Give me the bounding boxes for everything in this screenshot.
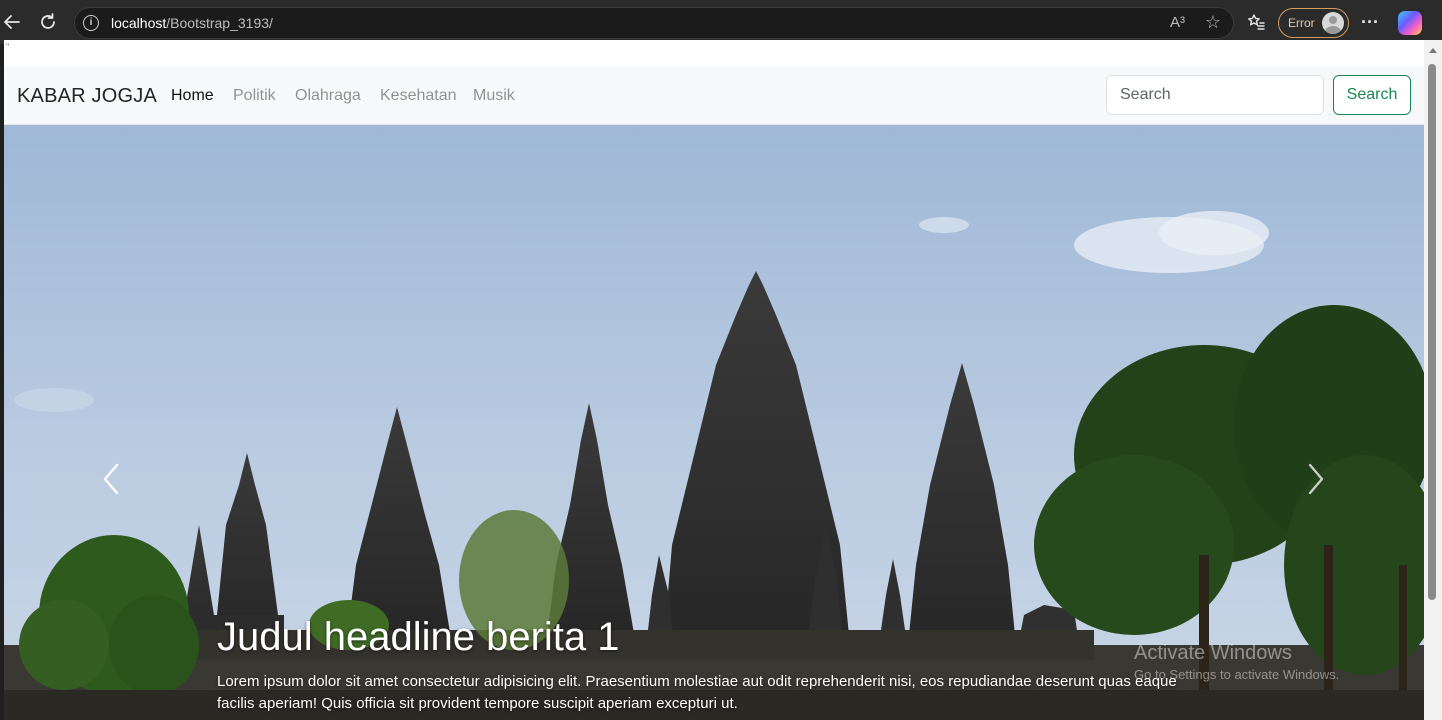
- search-button[interactable]: Search: [1333, 75, 1411, 115]
- favorites-icon[interactable]: [1244, 10, 1268, 34]
- nav-link-politik[interactable]: Politik: [233, 87, 276, 105]
- page-scrollbar[interactable]: [1424, 40, 1442, 720]
- url-path: /Bootstrap_3193/: [166, 15, 273, 31]
- chevron-left-icon: [103, 463, 119, 495]
- scroll-up-icon[interactable]: [1429, 48, 1437, 53]
- scrollbar-thumb[interactable]: [1428, 64, 1436, 600]
- navbar-brand[interactable]: KABAR JOGJA: [17, 85, 157, 108]
- reload-icon[interactable]: [36, 10, 60, 34]
- nav-link-musik[interactable]: Musik: [473, 87, 515, 105]
- read-aloud-icon[interactable]: A³: [1170, 14, 1185, 31]
- chevron-right-icon: [1308, 463, 1324, 495]
- navbar: KABAR JOGJA Home Politik Olahraga Keseha…: [4, 66, 1424, 125]
- copilot-icon[interactable]: [1398, 11, 1422, 35]
- more-options-icon[interactable]: ···: [1358, 10, 1382, 34]
- headline-carousel: Judul headline berita 1 Lorem ipsum dolo…: [4, 125, 1424, 720]
- back-icon[interactable]: [0, 10, 24, 34]
- profile-error-button[interactable]: Error: [1278, 8, 1349, 38]
- search-input[interactable]: [1106, 75, 1324, 115]
- site-info-icon[interactable]: i: [83, 15, 99, 31]
- browser-toolbar: i localhost/Bootstrap_3193/ A³ ☆ Error ·…: [0, 0, 1442, 44]
- favorite-star-icon[interactable]: ☆: [1205, 12, 1221, 33]
- headline-text: Lorem ipsum dolor sit amet consectetur a…: [217, 673, 1177, 712]
- avatar: [1322, 12, 1344, 34]
- nav-link-kesehatan[interactable]: Kesehatan: [380, 87, 457, 105]
- profile-error-label: Error: [1288, 16, 1315, 30]
- carousel-prev-button[interactable]: [91, 457, 131, 501]
- address-bar[interactable]: i localhost/Bootstrap_3193/ A³ ☆: [74, 7, 1234, 39]
- stray-text: ": [6, 42, 10, 52]
- nav-link-home[interactable]: Home: [171, 87, 214, 105]
- page-viewport: " KABAR JOGJA Home Politik Olahraga Kese…: [4, 40, 1424, 720]
- headline-title: Judul headline berita 1: [217, 615, 620, 659]
- nav-link-olahraga[interactable]: Olahraga: [295, 87, 361, 105]
- url-host: localhost: [111, 15, 167, 31]
- carousel-caption: Judul headline berita 1 Lorem ipsum dolo…: [217, 613, 1217, 715]
- url-text[interactable]: localhost/Bootstrap_3193/: [111, 15, 273, 31]
- carousel-next-button[interactable]: [1296, 457, 1336, 501]
